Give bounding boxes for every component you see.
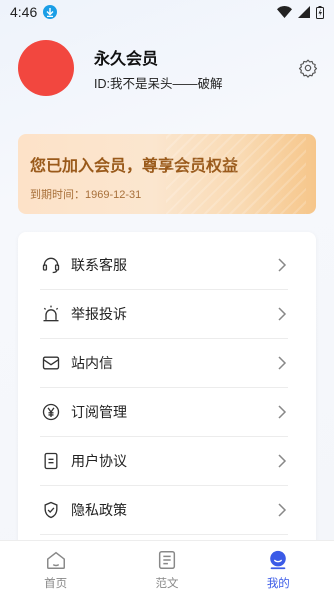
settings-gear-icon[interactable] (298, 58, 318, 78)
bottom-tab-bar: 首页 范文 我的 (0, 540, 334, 594)
battery-icon (316, 5, 324, 19)
user-id: ID:我不是呆头——破解 (94, 76, 223, 91)
profile-header: 永久会员 ID:我不是呆头——破解 (18, 40, 222, 96)
chevron-right-icon (278, 405, 287, 419)
vip-expire-date: 到期时间：1969-12-31 (30, 189, 142, 201)
chevron-right-icon (278, 307, 287, 321)
home-icon (46, 551, 65, 569)
alarm-icon (40, 303, 62, 325)
menu-item-label: 举报投诉 (71, 306, 127, 322)
vip-headline: 您已加入会员，尊享会员权益 (30, 158, 239, 175)
status-time: 4:46 (10, 4, 38, 20)
status-icons (277, 5, 324, 19)
menu-item-contact-support[interactable]: 联系客服 (40, 241, 288, 290)
headset-icon (40, 254, 62, 276)
menu-card: 联系客服 举报投诉 站内信 订阅管理 用户协议 隐私政策 (18, 232, 316, 562)
profile-info: 永久会员 ID:我不是呆头——破解 (94, 45, 222, 92)
menu-item-subscription[interactable]: 订阅管理 (40, 388, 288, 437)
menu-item-user-agreement[interactable]: 用户协议 (40, 437, 288, 486)
wifi-icon (277, 6, 292, 18)
tab-label: 我的 (266, 578, 290, 590)
chevron-right-icon (278, 356, 287, 370)
tab-label: 范文 (155, 578, 179, 590)
download-icon (43, 5, 58, 19)
menu-item-label: 站内信 (71, 355, 113, 371)
article-icon (158, 551, 176, 569)
menu-item-inbox[interactable]: 站内信 (40, 339, 288, 388)
member-title: 永久会员 (94, 50, 159, 68)
menu-item-report[interactable]: 举报投诉 (40, 290, 288, 339)
status-bar: 4:46 (0, 0, 334, 24)
yen-icon (40, 401, 62, 423)
menu-item-label: 联系客服 (71, 257, 127, 273)
signal-icon (298, 6, 310, 18)
chevron-right-icon (278, 258, 287, 272)
document-icon (40, 450, 62, 472)
tab-label: 首页 (44, 578, 68, 590)
tab-home[interactable]: 首页 (0, 541, 111, 594)
menu-item-label: 隐私政策 (71, 502, 127, 518)
menu-item-label: 用户协议 (71, 453, 127, 469)
tab-articles[interactable]: 范文 (111, 541, 222, 594)
menu-item-privacy-policy[interactable]: 隐私政策 (40, 486, 288, 535)
menu-item-label: 订阅管理 (71, 404, 127, 420)
chevron-right-icon (278, 454, 287, 468)
user-icon (270, 550, 287, 570)
shield-icon (40, 499, 62, 521)
tab-mine[interactable]: 我的 (223, 541, 334, 594)
avatar[interactable] (18, 40, 74, 96)
mail-icon (40, 352, 62, 374)
vip-membership-card[interactable]: 您已加入会员，尊享会员权益 到期时间：1969-12-31 (18, 134, 316, 214)
chevron-right-icon (278, 503, 287, 517)
